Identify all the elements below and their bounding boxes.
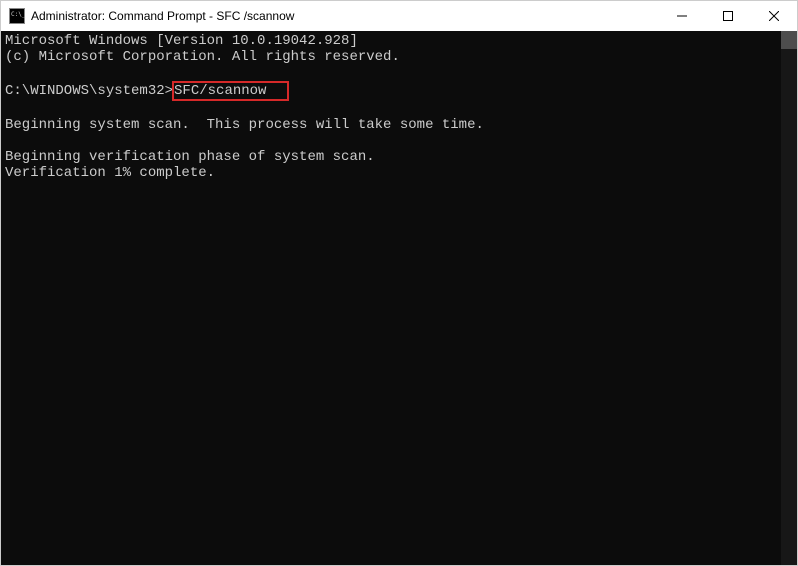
- scrollbar-thumb[interactable]: [781, 31, 797, 49]
- close-button[interactable]: [751, 1, 797, 31]
- console-line: [5, 133, 793, 149]
- console-line: [5, 101, 793, 117]
- command-text: SFC/scannow: [174, 83, 266, 99]
- console-line: Microsoft Windows [Version 10.0.19042.92…: [5, 33, 793, 49]
- prompt-path: C:\WINDOWS\system32>: [5, 83, 173, 99]
- console-line: Beginning system scan. This process will…: [5, 117, 793, 133]
- window-controls: [659, 1, 797, 31]
- minimize-icon: [677, 11, 687, 21]
- window-titlebar: Administrator: Command Prompt - SFC /sca…: [1, 1, 797, 31]
- cmd-icon: [9, 8, 25, 24]
- console-line: (c) Microsoft Corporation. All rights re…: [5, 49, 793, 65]
- console-output[interactable]: Microsoft Windows [Version 10.0.19042.92…: [1, 31, 797, 565]
- console-line: [5, 65, 793, 81]
- minimize-button[interactable]: [659, 1, 705, 31]
- maximize-icon: [723, 11, 733, 21]
- maximize-button[interactable]: [705, 1, 751, 31]
- console-prompt-line: C:\WINDOWS\system32>SFC/scannow: [5, 81, 793, 101]
- command-highlight: SFC/scannow: [172, 81, 289, 101]
- window-title: Administrator: Command Prompt - SFC /sca…: [31, 9, 659, 23]
- console-line: Beginning verification phase of system s…: [5, 149, 793, 165]
- close-icon: [769, 11, 779, 21]
- vertical-scrollbar[interactable]: [781, 31, 797, 565]
- console-line: Verification 1% complete.: [5, 165, 793, 181]
